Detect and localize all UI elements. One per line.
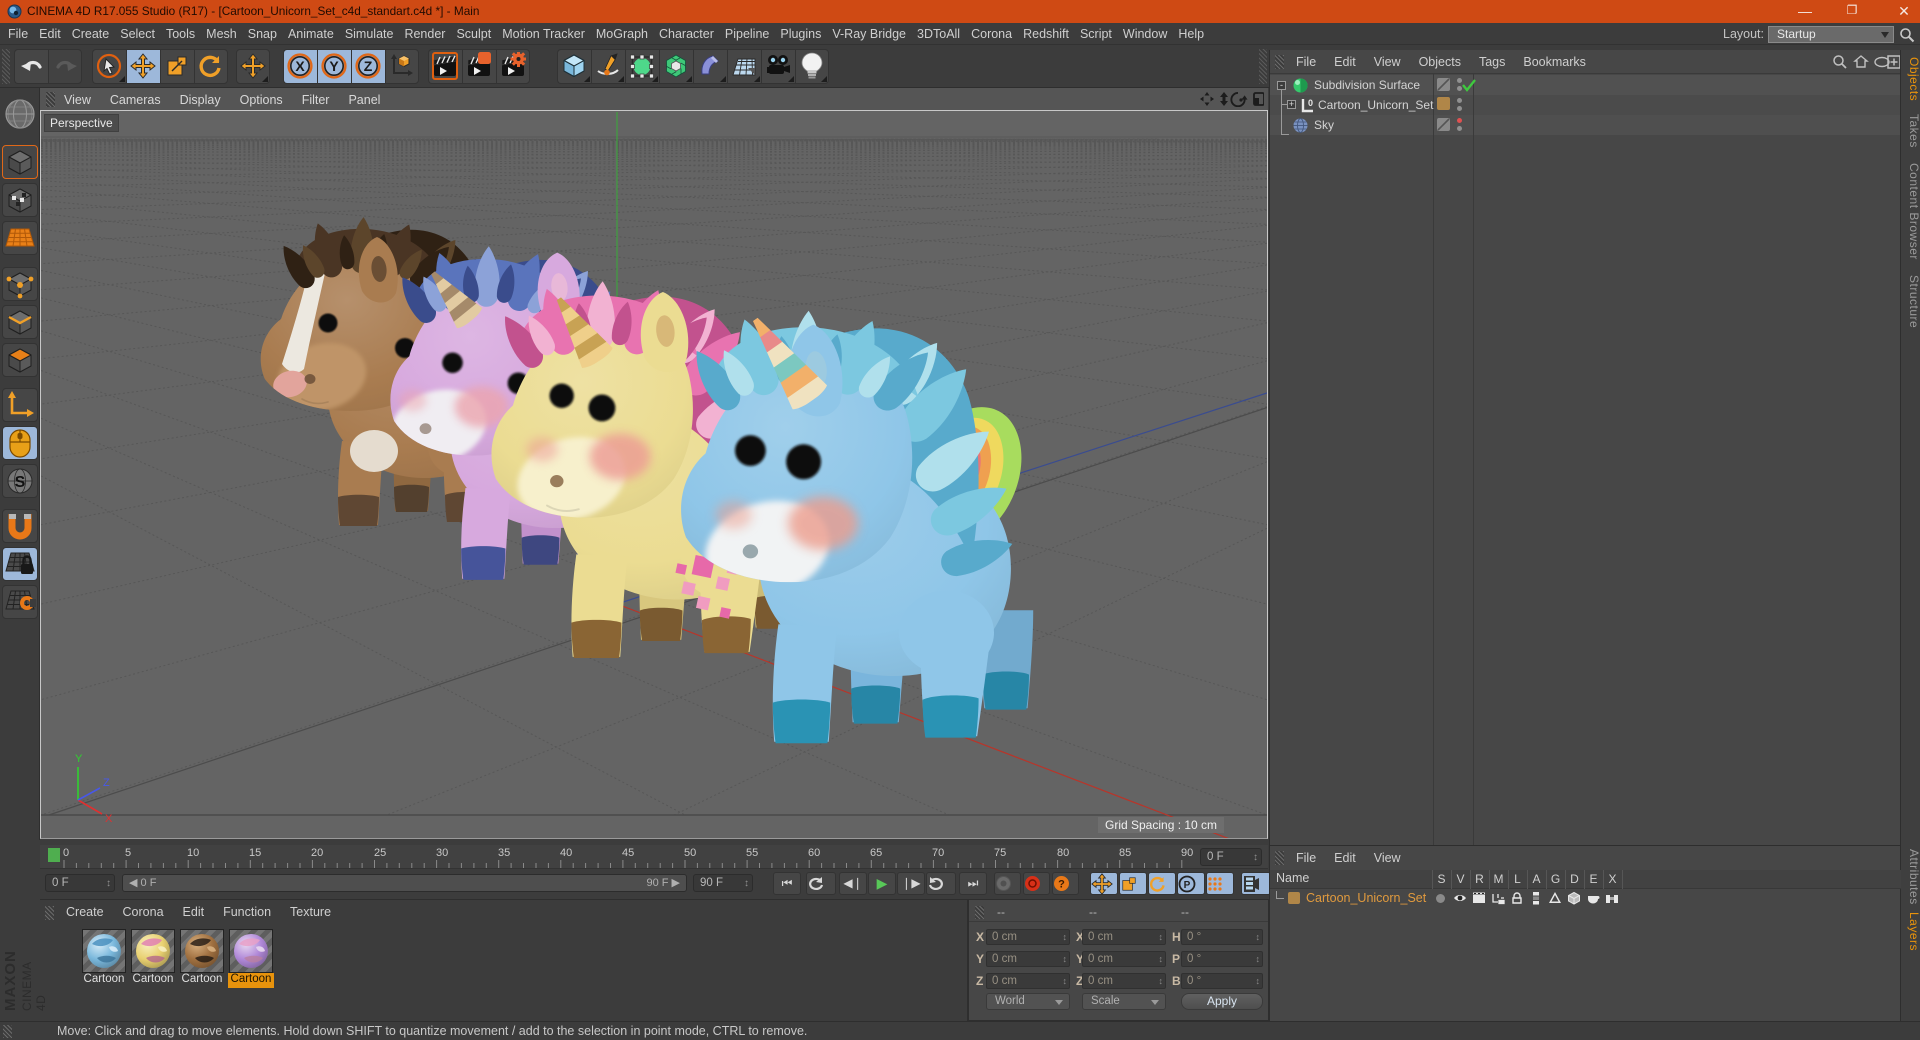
svg-text:0: 0 — [1308, 98, 1313, 108]
svg-text:X: X — [295, 58, 305, 74]
svg-text:S: S — [15, 474, 26, 491]
svg-text:Y: Y — [75, 753, 83, 765]
svg-text:Y: Y — [329, 58, 339, 74]
svg-text:Z: Z — [364, 58, 373, 74]
svg-text:?: ? — [1058, 879, 1065, 891]
svg-text:P: P — [1184, 880, 1191, 891]
svg-text:X: X — [105, 813, 113, 825]
svg-text:Z: Z — [103, 777, 110, 789]
